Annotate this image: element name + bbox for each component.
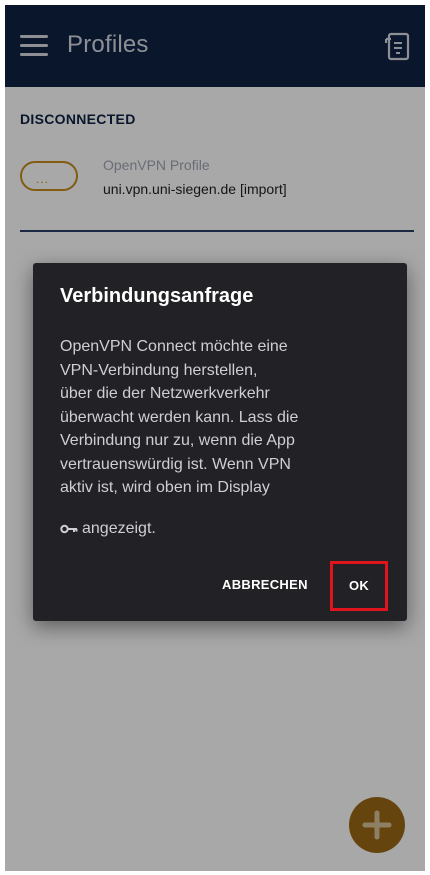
dialog-note: angezeigt. bbox=[60, 520, 156, 538]
dialog-note-text: angezeigt. bbox=[82, 520, 156, 537]
dialog-message-line: VPN-Verbindung herstellen, bbox=[60, 361, 258, 379]
dialog-message-line: über die der Netzwerkverkehr bbox=[60, 385, 270, 402]
dialog-title: Verbindungsanfrage bbox=[60, 285, 254, 307]
vpn-connection-request-dialog: Verbindungsanfrage OpenVPN Connect möcht… bbox=[33, 263, 407, 621]
dialog-message: OpenVPN Connect möchte eine VPN-Verbindu… bbox=[60, 335, 390, 500]
dialog-message-line: überwacht werden kann. Lass die bbox=[60, 408, 299, 426]
vpn-key-icon bbox=[60, 524, 78, 533]
app-screen: Profiles DISCONNECTED ... OpenVPN Profil… bbox=[5, 5, 425, 871]
dialog-message-line: OpenVPN Connect möchte eine bbox=[60, 338, 288, 355]
cancel-button[interactable]: ABBRECHEN bbox=[216, 576, 314, 593]
dialog-message-line: Verbindung nur zu, wenn die App bbox=[60, 432, 295, 449]
dialog-message-line: aktiv ist, wird oben im Display bbox=[60, 479, 270, 496]
dialog-message-line: vertrauenswürdig ist. Wenn VPN bbox=[60, 455, 291, 473]
ok-button[interactable]: OK bbox=[330, 561, 388, 611]
